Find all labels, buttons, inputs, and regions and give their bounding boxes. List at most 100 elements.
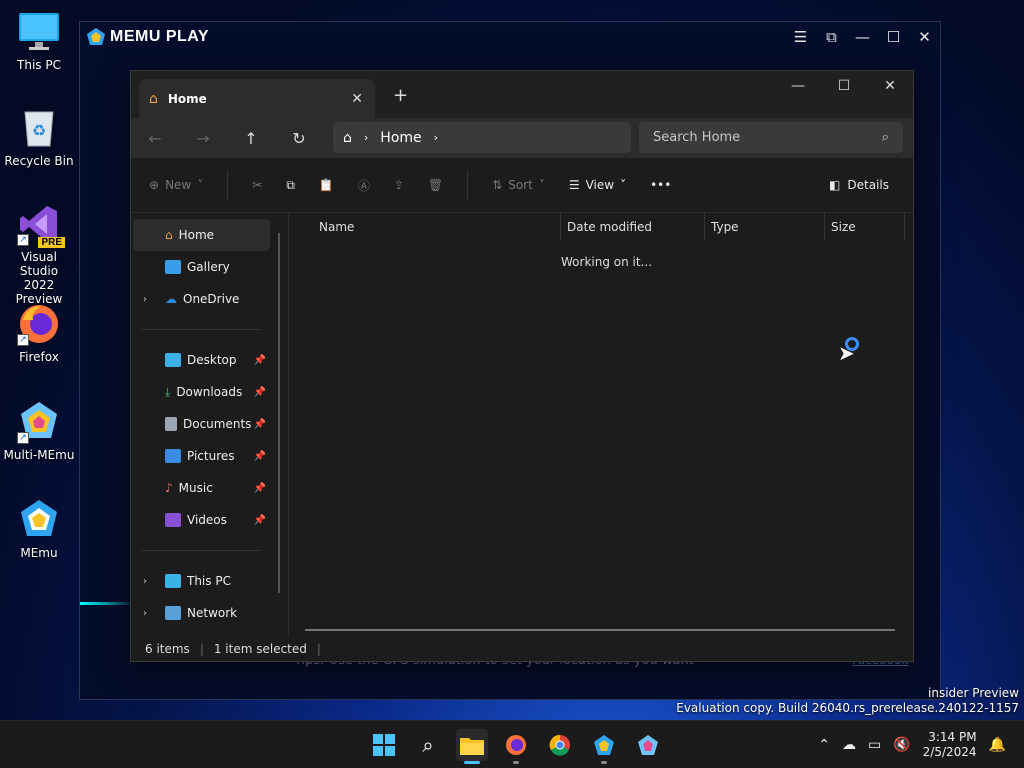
network-icon[interactable]: ▭: [868, 737, 881, 753]
nav-item-home[interactable]: ⌂ Home: [133, 219, 270, 251]
desktop-icon-visual-studio[interactable]: PRE ↗ Visual Studio 2022 Preview: [2, 202, 76, 306]
address-bar: ← → ↑ ↻ ⌂ › Home › Search Home ⌕: [131, 118, 913, 158]
explorer-titlebar: ⌂ Home ✕ + — ☐ ✕: [131, 71, 913, 118]
maximize-button[interactable]: ☐: [878, 22, 909, 52]
shortcut-arrow-icon: ↗: [17, 234, 29, 246]
more-options-button[interactable]: •••: [650, 178, 671, 192]
memu-taskbar-icon[interactable]: [588, 729, 620, 764]
nav-item-pictures[interactable]: Pictures 📌: [131, 440, 288, 472]
pin-icon: 📌: [253, 418, 266, 430]
nav-item-downloads[interactable]: ⤓ Downloads 📌: [131, 376, 288, 408]
breadcrumb[interactable]: ⌂ › Home ›: [333, 122, 631, 153]
volume-muted-icon[interactable]: 🔇: [893, 737, 910, 753]
pin-icon: 📌: [253, 514, 266, 526]
maximize-button[interactable]: ☐: [821, 71, 867, 101]
cloud-offline-icon[interactable]: ☁: [842, 737, 856, 753]
sort-button[interactable]: ⇅ Sort ˅: [492, 178, 545, 192]
search-box[interactable]: Search Home ⌕: [639, 122, 903, 153]
chevron-right-icon[interactable]: ›: [434, 131, 438, 144]
mouse-cursor-icon: ➤: [838, 341, 855, 365]
desktop-icon-recycle-bin[interactable]: ♻ Recycle Bin: [2, 106, 76, 168]
rename-icon[interactable]: Ⓐ: [358, 177, 370, 194]
network-icon: [165, 606, 181, 620]
copy-icon[interactable]: ⧉: [286, 178, 295, 193]
memu-icon: [594, 735, 614, 755]
close-button[interactable]: ✕: [867, 71, 913, 101]
refresh-button[interactable]: ↻: [275, 129, 323, 148]
nav-item-network[interactable]: › Network: [131, 597, 288, 629]
clock[interactable]: 3:14 PM 2/5/2024: [923, 730, 977, 760]
desktop-icon-label: Multi-MEmu: [3, 448, 75, 462]
screen-mode-icon[interactable]: ⧉: [816, 22, 847, 52]
cloud-icon: ☁: [165, 292, 177, 306]
desktop-icon-label: This PC: [17, 58, 61, 72]
search-placeholder: Search Home: [653, 130, 741, 145]
close-button[interactable]: ✕: [909, 22, 940, 52]
selection-count: 1 item selected: [213, 642, 307, 656]
new-tab-button[interactable]: +: [393, 85, 408, 106]
file-list: Name Date modified Type Size Working on …: [289, 213, 913, 637]
paste-icon[interactable]: 📋: [319, 178, 334, 192]
folder-icon: [460, 738, 484, 755]
multi-memu-icon: ↗: [17, 400, 61, 444]
delete-icon[interactable]: 🗑: [428, 178, 443, 192]
breadcrumb-home[interactable]: Home: [380, 130, 421, 146]
home-icon: ⌂: [165, 228, 173, 242]
search-icon[interactable]: ⌕: [412, 729, 444, 761]
cut-icon[interactable]: ✂: [252, 178, 262, 192]
file-explorer-taskbar-icon[interactable]: [456, 729, 488, 764]
column-type[interactable]: Type: [705, 213, 825, 241]
horizontal-scrollbar[interactable]: [305, 629, 895, 631]
desktop-icon-firefox[interactable]: ↗ Firefox: [2, 302, 76, 364]
nav-item-gallery[interactable]: Gallery: [131, 251, 288, 283]
minimize-button[interactable]: —: [847, 22, 878, 52]
column-date-modified[interactable]: Date modified: [561, 213, 705, 241]
nav-item-onedrive[interactable]: › ☁ OneDrive: [131, 283, 288, 315]
pin-icon: 📌: [253, 354, 266, 366]
documents-icon: [165, 417, 177, 431]
details-pane-icon: ◧: [829, 178, 841, 192]
command-bar: ⊕ New ˅ ✂ ⧉ 📋 Ⓐ ⇪ 🗑 ⇅ Sort ˅ ☰ View ˅ ••…: [131, 158, 913, 213]
nav-item-this-pc[interactable]: › This PC: [131, 565, 288, 597]
forward-button[interactable]: →: [179, 129, 227, 148]
share-icon[interactable]: ⇪: [394, 178, 404, 192]
chevron-up-icon[interactable]: ⌃: [818, 737, 830, 753]
menu-icon[interactable]: ☰: [785, 22, 816, 52]
details-button[interactable]: ◧ Details: [829, 178, 889, 192]
nav-item-desktop[interactable]: Desktop 📌: [131, 344, 288, 376]
nav-scrollbar[interactable]: [278, 233, 280, 593]
nav-item-documents[interactable]: Documents 📌: [131, 408, 288, 440]
desktop-icon-memu[interactable]: MEmu: [2, 498, 76, 560]
chrome-taskbar-icon[interactable]: [544, 729, 576, 761]
firefox-taskbar-icon[interactable]: [500, 729, 532, 764]
new-button[interactable]: ⊕ New ˅: [149, 178, 203, 192]
multi-memu-taskbar-icon[interactable]: [632, 729, 664, 761]
item-count: 6 items: [145, 642, 190, 656]
pin-icon: 📌: [253, 450, 266, 462]
nav-item-videos[interactable]: Videos 📌: [131, 504, 288, 536]
download-icon: ⤓: [165, 384, 171, 399]
start-button[interactable]: [368, 729, 400, 761]
minimize-button[interactable]: —: [775, 71, 821, 101]
desktop-icon-multi-memu[interactable]: ↗ Multi-MEmu: [2, 400, 76, 462]
windows-icon: [373, 734, 395, 756]
column-name[interactable]: Name: [289, 213, 561, 241]
close-tab-icon[interactable]: ✕: [351, 91, 363, 107]
desktop-icon-label: Visual Studio 2022 Preview: [15, 250, 63, 306]
view-button[interactable]: ☰ View ˅: [569, 178, 626, 192]
loading-message: Working on it...: [561, 255, 653, 269]
desktop-icon-label: Recycle Bin: [4, 154, 74, 168]
tab-home[interactable]: ⌂ Home ✕: [139, 79, 375, 118]
pictures-icon: [165, 449, 181, 463]
back-button[interactable]: ←: [131, 129, 179, 148]
column-size[interactable]: Size: [825, 213, 905, 241]
videos-icon: [165, 513, 181, 527]
desktop-icon-this-pc[interactable]: This PC: [2, 10, 76, 72]
chevron-right-icon: ›: [143, 293, 147, 305]
notification-bell-icon[interactable]: 🔔: [989, 737, 1006, 753]
up-button[interactable]: ↑: [227, 129, 275, 148]
desktop-icon-label: MEmu: [20, 546, 58, 560]
music-icon: ♪: [165, 481, 173, 495]
shortcut-arrow-icon: ↗: [17, 432, 29, 444]
nav-item-music[interactable]: ♪ Music 📌: [131, 472, 288, 504]
